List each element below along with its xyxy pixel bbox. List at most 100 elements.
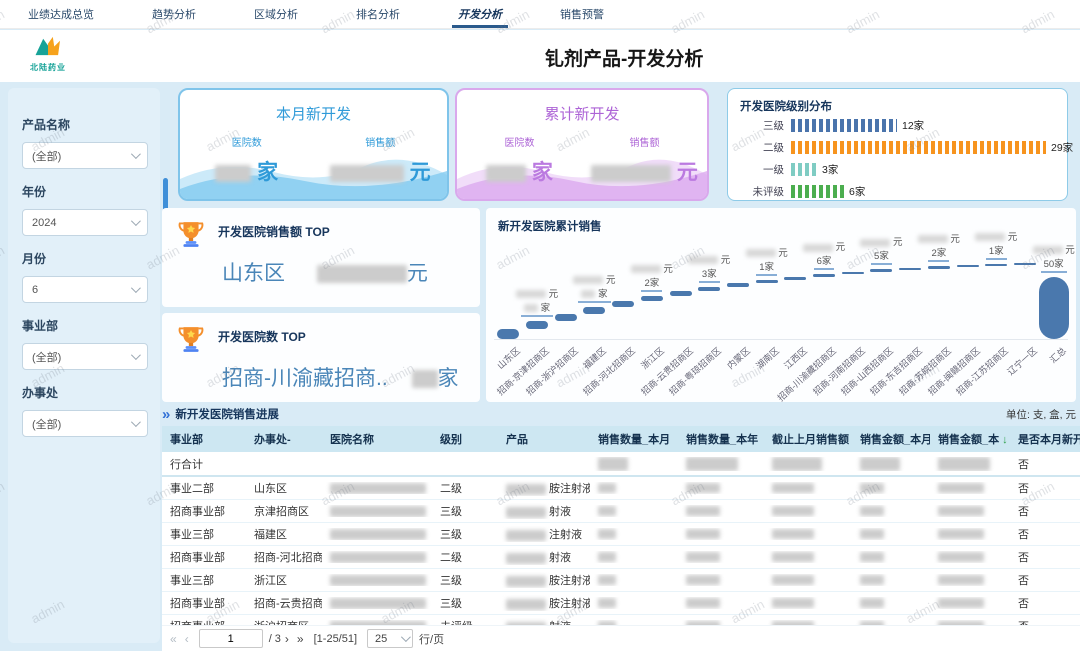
table-body: 行合计否事业二部山东区二级 胺注射液否招商事业部京津招商区三级 射液否事业三部福… xyxy=(162,452,1080,638)
product: 胺注射液 xyxy=(498,572,590,588)
metric-label: 医院数 xyxy=(180,134,314,149)
column-header-是否本月新开发_[interactable]: 是否本月新开发_ xyxy=(1010,431,1080,447)
sales-prev xyxy=(764,574,852,586)
nav-tab-销售预警[interactable]: 销售预警 xyxy=(560,0,604,28)
column-header-销售金额_本[interactable]: 销售金额_本 ↓ xyxy=(930,431,1010,447)
nav-tab-趋势分析[interactable]: 趋势分析 xyxy=(152,0,196,28)
redacted-value xyxy=(506,530,546,541)
last-page-button[interactable]: » xyxy=(297,632,304,646)
product: 射液 xyxy=(498,549,590,565)
page-size-select[interactable]: 25 xyxy=(367,629,413,648)
value-suffix: 家 xyxy=(438,367,459,390)
nav-tab-开发分析[interactable]: 开发分析 xyxy=(458,0,502,28)
column-header-医院名称[interactable]: 医院名称 xyxy=(322,431,432,447)
column-header-事业部[interactable]: 事业部 xyxy=(162,431,246,447)
level-row-未评级: 未评级6家 xyxy=(740,181,1057,202)
filter-label: 事业部 xyxy=(22,317,148,334)
redacted-value xyxy=(860,483,884,493)
column-header-产品[interactable]: 产品 xyxy=(498,431,590,447)
qty-month xyxy=(590,505,678,517)
filter-select-办事处[interactable]: (全部) xyxy=(22,410,148,437)
table-row[interactable]: 招商事业部招商-云贵招商区三级 胺注射液否 xyxy=(162,592,1080,615)
table-row[interactable]: 事业三部福建区三级 注射液否 xyxy=(162,523,1080,546)
level: 三级 xyxy=(432,503,498,519)
level-label: 三级 xyxy=(740,118,784,133)
redacted-value xyxy=(598,575,616,585)
column-header-销售金额_本月[interactable]: 销售金额_本月 xyxy=(852,431,930,447)
table-section-header: » 新开发医院销售进展 单位: 支, 盒, 元 xyxy=(162,402,1080,426)
first-page-button[interactable]: « xyxy=(170,632,177,646)
metric-suffix: 元 xyxy=(677,161,698,184)
qty-year xyxy=(678,551,764,563)
new-dev-flag: 否 xyxy=(1010,549,1080,565)
redacted-value xyxy=(686,598,720,608)
amount-month xyxy=(852,457,930,471)
filter-select-事业部[interactable]: (全部) xyxy=(22,343,148,370)
product: 胺注射液 xyxy=(498,480,590,496)
nav-tab-业绩达成总览[interactable]: 业绩达成总览 xyxy=(28,0,94,28)
level: 二级 xyxy=(432,480,498,496)
next-page-button[interactable]: › xyxy=(285,632,289,646)
level-count-label: 3家 xyxy=(822,162,838,177)
column-header-销售数量_本月[interactable]: 销售数量_本月 xyxy=(590,431,678,447)
column-header-办事处-[interactable]: 办事处- xyxy=(246,431,322,447)
nav-tab-区域分析[interactable]: 区域分析 xyxy=(254,0,298,28)
metric-suffix: 家 xyxy=(532,161,553,184)
table-header-row: 事业部办事处-医院名称级别产品销售数量_本月销售数量_本年截止上月销售额销售金额… xyxy=(162,426,1080,452)
filter-select-月份[interactable]: 6 xyxy=(22,276,148,303)
page-number-input[interactable] xyxy=(199,629,263,648)
company-logo: 北陆药业 xyxy=(18,34,78,73)
hospital-name xyxy=(322,551,432,563)
column-header-级别[interactable]: 级别 xyxy=(432,431,498,447)
double-chevron-icon: » xyxy=(162,406,169,423)
metric-sales-amount: 销售额 元 xyxy=(314,134,448,186)
redacted-value xyxy=(938,598,984,608)
redacted-value xyxy=(975,233,1005,241)
metric-label: 销售额 xyxy=(582,134,707,149)
filter-select-产品名称[interactable]: (全部) xyxy=(22,142,148,169)
waterfall-bar-招商-东吉招商区 xyxy=(899,268,921,271)
panel-title: 开发医院级别分布 xyxy=(740,98,1057,114)
chevron-down-icon xyxy=(131,216,141,226)
page-title: 钆剂产品-开发分析 xyxy=(545,44,703,71)
chevron-down-icon xyxy=(131,417,141,427)
region-name: 招商-川渝藏招商.. xyxy=(222,367,388,390)
waterfall-bar-招商-河南招商区 xyxy=(842,272,864,275)
qty-year xyxy=(678,597,764,609)
redacted-value xyxy=(860,457,900,471)
table-row[interactable]: 事业三部浙江区三级 胺注射液否 xyxy=(162,569,1080,592)
column-header-销售数量_本年[interactable]: 销售数量_本年 xyxy=(678,431,764,447)
card-month-new-dev: 本月新开发 医院数 家 销售额 元 xyxy=(178,88,449,201)
redacted-value xyxy=(330,529,426,540)
top-card-title: 开发医院数 TOP xyxy=(218,328,306,345)
hospital-name xyxy=(322,597,432,609)
nav-tab-排名分析[interactable]: 排名分析 xyxy=(356,0,400,28)
table-row[interactable]: 招商事业部招商-河北招商区二级 射液否 xyxy=(162,546,1080,569)
level-row-一级: 一级3家 xyxy=(740,159,1057,180)
qty-month xyxy=(590,457,678,471)
table-row-total[interactable]: 行合计否 xyxy=(162,452,1080,477)
qty-month xyxy=(590,574,678,586)
metric-suffix: 家 xyxy=(257,161,278,184)
amount-year xyxy=(930,482,1010,494)
redacted-value xyxy=(330,598,426,609)
dept: 招商事业部 xyxy=(162,595,246,611)
level-count-label: 29家 xyxy=(1051,140,1073,155)
top-card-title: 开发医院销售额 TOP xyxy=(218,223,330,240)
sort-desc-icon[interactable]: ↓ xyxy=(999,434,1008,446)
level-row-三级: 三级 12家 xyxy=(740,115,1057,136)
watermark-text: admin xyxy=(0,479,7,509)
amount-month xyxy=(852,528,930,540)
prev-page-button[interactable]: ‹ xyxy=(185,632,189,646)
data-table: 事业部办事处-医院名称级别产品销售数量_本月销售数量_本年截止上月销售额销售金额… xyxy=(162,426,1080,651)
level-count-label: 12家 xyxy=(902,118,924,133)
column-header-截止上月销售额[interactable]: 截止上月销售额 xyxy=(764,431,852,447)
waterfall-bar-招商-江苏招商区 xyxy=(985,264,1007,267)
count-label: 50家 xyxy=(1017,256,1080,273)
sales-prev xyxy=(764,528,852,540)
table-row[interactable]: 招商事业部京津招商区三级 射液否 xyxy=(162,500,1080,523)
filter-select-年份[interactable]: 2024 xyxy=(22,209,148,236)
table-row[interactable]: 事业二部山东区二级 胺注射液否 xyxy=(162,477,1080,500)
waterfall-bar-福建区 xyxy=(583,307,605,314)
metric-sales-amount: 销售额 元 xyxy=(582,134,707,186)
